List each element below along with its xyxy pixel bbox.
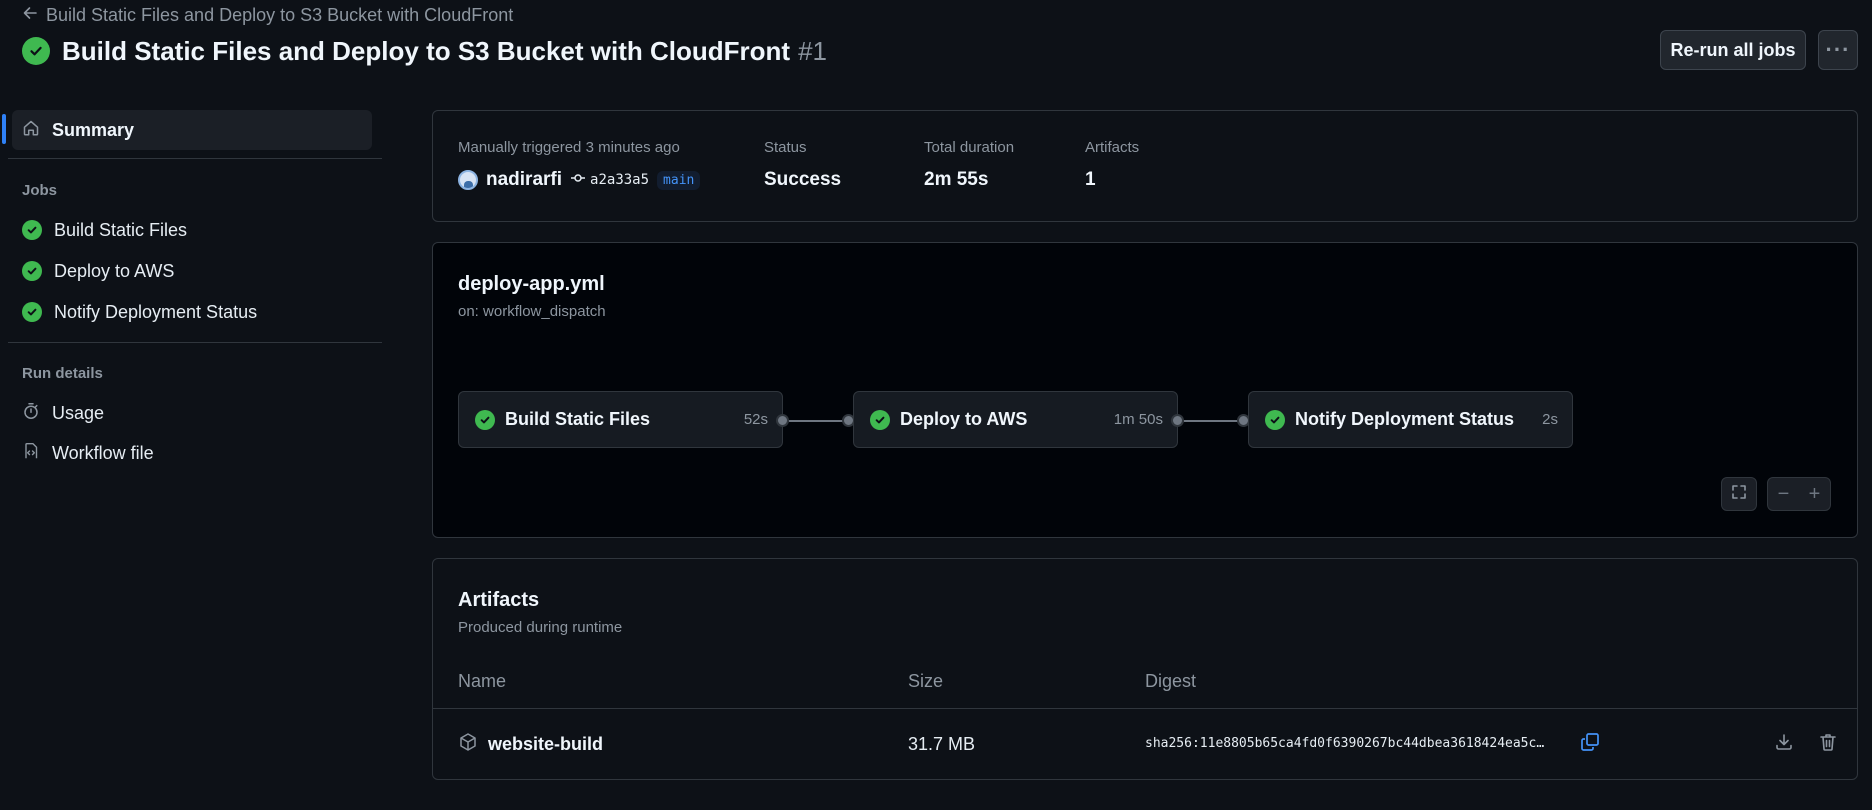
column-header-name: Name (458, 671, 507, 691)
job-connector-line (789, 420, 843, 422)
graph-job-deploy-to-aws[interactable]: Deploy to AWS 1m 50s (853, 391, 1178, 448)
artifacts-count-label: Artifacts (1085, 139, 1140, 156)
fullscreen-button[interactable] (1721, 477, 1757, 511)
artifacts-column: Artifacts 1 (1085, 139, 1139, 191)
workflow-file-name[interactable]: deploy-app.yml (458, 273, 605, 296)
trigger-details: nadirarfi a2a33a5 main (458, 169, 701, 191)
job-connector-dot (776, 414, 789, 427)
job-name: Build Static Files (505, 409, 651, 429)
job-duration: 1m 50s (1113, 411, 1163, 428)
job-duration: 52s (743, 411, 768, 428)
artifact-size: 31.7 MB (908, 733, 976, 754)
arrow-left-icon (22, 5, 38, 26)
sidebar-item-label: Usage (52, 402, 105, 423)
artifacts-subtitle: Produced during runtime (458, 619, 623, 636)
sidebar-divider (8, 342, 382, 343)
job-connector-dot (1171, 414, 1184, 427)
branch-tag[interactable]: main (657, 170, 701, 190)
sidebar-item-label: Deploy to AWS (54, 260, 175, 281)
artifact-digest: sha256:11e8805b65ca4fd0f6390267bc44dbea3… (1145, 736, 1545, 751)
trash-icon (1818, 732, 1838, 757)
home-icon (22, 119, 40, 142)
job-connector-line (1184, 420, 1238, 422)
status-value: Success (764, 169, 842, 190)
sidebar-item-usage[interactable]: Usage (12, 393, 372, 433)
zoom-controls: − + (1767, 477, 1831, 511)
status-label: Status (764, 139, 807, 156)
trigger-label: Manually triggered 3 minutes ago (458, 139, 680, 156)
success-check-icon (1265, 409, 1285, 430)
page-title-row: Build Static Files and Deploy to S3 Buck… (22, 36, 827, 66)
sidebar-item-label: Build Static Files (54, 219, 188, 240)
success-check-icon (870, 409, 890, 430)
graph-job-notify-deployment-status[interactable]: Notify Deployment Status 2s (1248, 391, 1573, 448)
duration-label: Total duration (924, 139, 1015, 156)
file-code-icon (22, 442, 40, 465)
stopwatch-icon (22, 402, 40, 425)
commit-link[interactable]: a2a33a5 (570, 170, 649, 190)
success-check-icon (475, 409, 495, 430)
job-duration: 2s (1542, 411, 1558, 428)
sidebar-item-label: Workflow file (52, 442, 154, 463)
run-number: #1 (798, 35, 827, 66)
sidebar-item-deploy-to-aws[interactable]: Deploy to AWS (12, 251, 372, 291)
sidebar-item-label: Notify Deployment Status (54, 301, 258, 322)
delete-artifact-button[interactable] (1816, 732, 1840, 756)
run-summary-card: Manually triggered 3 minutes ago nadirar… (432, 110, 1858, 222)
active-indicator (2, 114, 6, 144)
column-header-digest: Digest (1145, 671, 1197, 691)
sidebar-item-workflow-file[interactable]: Workflow file (12, 433, 372, 473)
sidebar-item-label: Summary (52, 119, 135, 140)
commit-sha: a2a33a5 (590, 172, 650, 188)
jobs-heading: Jobs (22, 182, 58, 199)
sidebar-item-build-static-files[interactable]: Build Static Files (12, 210, 372, 250)
more-options-button[interactable]: ··· (1818, 30, 1858, 70)
column-header-size: Size (908, 671, 944, 691)
zoom-in-icon[interactable]: + (1799, 483, 1830, 506)
avatar[interactable] (458, 170, 478, 190)
sidebar-divider (8, 158, 382, 159)
artifact-name-cell[interactable]: website-build (458, 709, 603, 779)
page-title: Build Static Files and Deploy to S3 Buck… (62, 35, 791, 66)
status-column: Status Success (764, 139, 841, 191)
artifact-digest-cell: sha256:11e8805b65ca4fd0f6390267bc44dbea3… (1145, 709, 1570, 779)
duration-value: 2m 55s (924, 169, 989, 190)
rerun-all-jobs-button[interactable]: Re-run all jobs (1660, 30, 1806, 70)
table-row: website-build 31.7 MB sha256:11e8805b65c… (433, 709, 1857, 779)
graph-job-build-static-files[interactable]: Build Static Files 52s (458, 391, 783, 448)
breadcrumb[interactable]: Build Static Files and Deploy to S3 Buck… (22, 4, 513, 26)
copy-icon (1580, 732, 1600, 757)
artifacts-card: Artifacts Produced during runtime Name S… (432, 558, 1858, 780)
download-icon (1774, 732, 1794, 757)
job-name: Deploy to AWS (900, 409, 1028, 429)
workflow-graph-card: deploy-app.yml on: workflow_dispatch Bui… (432, 242, 1858, 538)
zoom-out-icon[interactable]: − (1768, 483, 1799, 506)
job-name: Notify Deployment Status (1295, 409, 1515, 429)
package-icon (458, 732, 478, 757)
success-check-icon (22, 37, 50, 65)
fullscreen-icon (1731, 483, 1747, 506)
workflow-trigger: on: workflow_dispatch (458, 303, 606, 320)
artifacts-count-value: 1 (1085, 169, 1096, 190)
duration-column: Total duration 2m 55s (924, 139, 1014, 191)
commit-icon (570, 170, 586, 190)
trigger-column: Manually triggered 3 minutes ago nadirar… (458, 139, 701, 191)
run-details-heading: Run details (22, 365, 103, 382)
kebab-icon: ··· (1825, 37, 1851, 62)
artifacts-title: Artifacts (458, 589, 540, 611)
copy-digest-button[interactable] (1578, 732, 1602, 756)
sidebar-item-notify-deployment-status[interactable]: Notify Deployment Status (12, 292, 372, 332)
success-check-icon (22, 261, 42, 281)
sidebar-item-summary[interactable]: Summary (12, 110, 372, 150)
success-check-icon (22, 302, 42, 322)
download-artifact-button[interactable] (1772, 732, 1796, 756)
user-link[interactable]: nadirarfi (486, 169, 562, 191)
artifact-name[interactable]: website-build (488, 734, 603, 755)
success-check-icon (22, 220, 42, 240)
breadcrumb-link[interactable]: Build Static Files and Deploy to S3 Buck… (46, 5, 513, 26)
